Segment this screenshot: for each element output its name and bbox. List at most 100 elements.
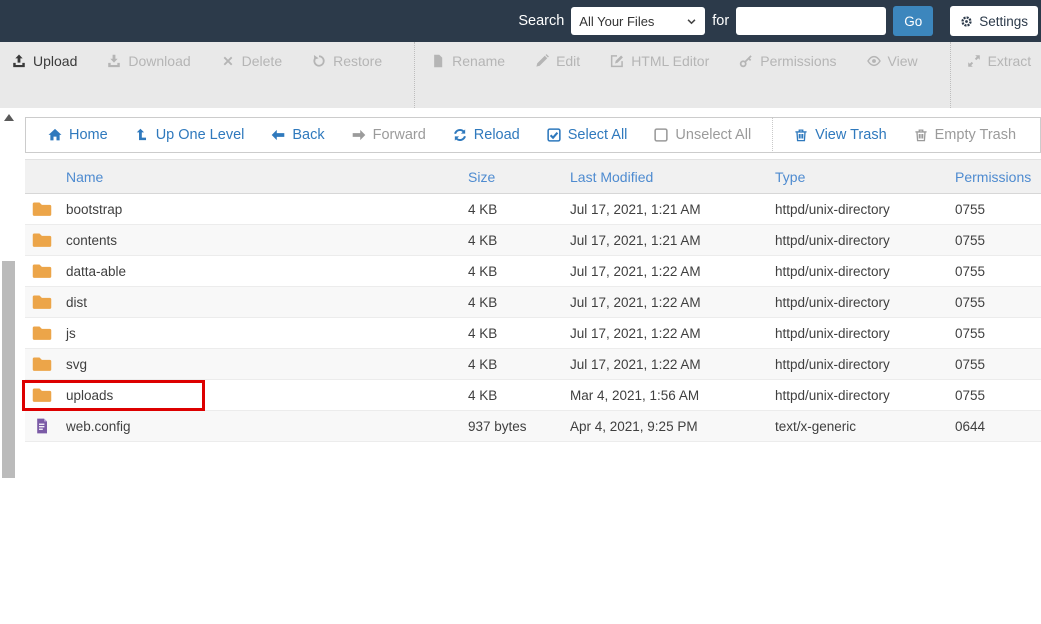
nav-up-one-level[interactable]: Up One Level	[135, 127, 244, 143]
file-size: 4 KB	[468, 263, 498, 279]
table-row-uploads[interactable]: uploads 4 KB Mar 4, 2021, 1:56 AM httpd/…	[22, 380, 1041, 411]
settings-button[interactable]: Settings	[950, 6, 1038, 36]
eye-icon	[866, 54, 881, 68]
navbar-separator	[772, 117, 774, 153]
table-row[interactable]: contents 4 KB Jul 17, 2021, 1:21 AM http…	[25, 225, 1041, 256]
column-header-size[interactable]: Size	[468, 169, 570, 185]
toolbar-item-label: HTML Editor	[631, 53, 710, 69]
toolbar-rename[interactable]: Rename	[431, 53, 505, 69]
toolbar-item-label: Extract	[987, 53, 1032, 69]
table-row[interactable]: js 4 KB Jul 17, 2021, 1:22 AM httpd/unix…	[25, 318, 1041, 349]
file-type: httpd/unix-directory	[775, 294, 890, 310]
file-permissions: 0755	[955, 201, 986, 217]
search-input[interactable]	[736, 7, 887, 35]
folder-icon	[32, 292, 52, 312]
nav-item-label: Forward	[372, 127, 426, 143]
nav-unselect-all[interactable]: Unselect All	[654, 127, 751, 143]
trash-icon	[794, 128, 808, 142]
search-scope-value: All Your Files	[579, 13, 655, 29]
search-scope-select[interactable]: All Your Files	[571, 7, 706, 35]
vertical-scrollbar[interactable]	[2, 111, 15, 624]
table-row[interactable]: web.config 937 bytes Apr 4, 2021, 9:25 P…	[25, 411, 1041, 442]
toolbar-extract[interactable]: Extract	[967, 53, 1032, 69]
file-type: httpd/unix-directory	[775, 356, 890, 372]
download-icon	[107, 54, 121, 68]
toolbar-item-label: Download	[128, 53, 191, 69]
navigation-bar: Home Up One Level Back Forward Reload Se…	[25, 117, 1041, 153]
file-size: 4 KB	[468, 356, 498, 372]
column-header-permissions[interactable]: Permissions	[955, 169, 1041, 185]
file-permissions: 0755	[955, 356, 986, 372]
toolbar-item-label: View	[887, 53, 918, 69]
file-name: svg	[66, 356, 88, 372]
nav-home[interactable]: Home	[48, 127, 108, 143]
toolbar-upload[interactable]: Upload	[12, 53, 77, 69]
file-size: 4 KB	[468, 387, 498, 403]
go-button[interactable]: Go	[893, 6, 934, 36]
toolbar-item-label: Rename	[452, 53, 506, 69]
folder-icon	[32, 230, 52, 250]
file-modified: Jul 17, 2021, 1:21 AM	[570, 232, 701, 248]
nav-forward[interactable]: Forward	[352, 127, 426, 143]
file-size: 4 KB	[468, 232, 498, 248]
toolbar-permissions[interactable]: Permissions	[739, 53, 837, 69]
toolbar-item-label: Permissions	[760, 53, 837, 69]
file-table: Name Size Last Modified Type Permissions…	[22, 159, 1041, 442]
table-row[interactable]: bootstrap 4 KB Jul 17, 2021, 1:21 AM htt…	[25, 194, 1041, 225]
nav-item-label: Empty Trash	[934, 127, 1017, 143]
folder-icon	[32, 323, 52, 343]
arrow-right-icon	[352, 128, 366, 142]
home-icon	[48, 128, 62, 142]
toolbar-item-label: Delete	[241, 53, 283, 69]
file-text-icon	[34, 416, 50, 436]
file-name: dist	[66, 294, 88, 310]
toolbar-separator	[949, 42, 951, 108]
toolbar-delete[interactable]: Delete	[221, 53, 282, 69]
nav-reload[interactable]: Reload	[453, 127, 520, 143]
level-up-icon	[135, 128, 149, 142]
toolbar-view[interactable]: View	[866, 53, 918, 69]
toolbar-restore[interactable]: Restore	[312, 53, 382, 69]
table-row[interactable]: datta-able 4 KB Jul 17, 2021, 1:22 AM ht…	[25, 256, 1041, 287]
toolbar-html-editor[interactable]: HTML Editor	[610, 53, 709, 69]
nav-item-label: Select All	[567, 127, 628, 143]
trash-icon	[914, 128, 928, 142]
file-type: httpd/unix-directory	[775, 263, 890, 279]
for-label: for	[712, 13, 730, 29]
table-row[interactable]: svg 4 KB Jul 17, 2021, 1:22 AM httpd/uni…	[25, 349, 1041, 380]
restore-icon	[312, 54, 326, 68]
search-topbar: Search All Your Files for Go Settings	[0, 0, 1041, 42]
nav-back[interactable]: Back	[271, 127, 325, 143]
reload-icon	[453, 128, 467, 142]
scrollbar-thumb[interactable]	[2, 261, 15, 478]
file-name: bootstrap	[66, 201, 123, 217]
search-label: Search	[518, 13, 565, 29]
checkbox-checked-icon	[547, 128, 561, 142]
extract-icon	[967, 54, 981, 68]
column-header-modified[interactable]: Last Modified	[570, 169, 775, 185]
nav-item-label: Back	[292, 127, 325, 143]
table-row[interactable]: dist 4 KB Jul 17, 2021, 1:22 AM httpd/un…	[25, 287, 1041, 318]
nav-item-label: View Trash	[815, 127, 887, 143]
toolbar-separator	[414, 42, 416, 108]
toolbar-item-label: Upload	[33, 53, 78, 69]
pencil-icon	[535, 54, 549, 68]
file-name: web.config	[66, 418, 131, 434]
column-header-name[interactable]: Name	[58, 169, 468, 185]
toolbar-edit[interactable]: Edit	[535, 53, 580, 69]
nav-view-trash[interactable]: View Trash	[794, 127, 887, 143]
arrow-left-icon	[271, 128, 285, 142]
gear-icon	[960, 15, 973, 28]
nav-empty-trash[interactable]: Empty Trash	[914, 127, 1016, 143]
chevron-down-icon	[686, 16, 697, 27]
toolbar-download[interactable]: Download	[107, 53, 191, 69]
file-type: httpd/unix-directory	[775, 387, 890, 403]
column-header-type[interactable]: Type	[775, 169, 955, 185]
file-type: httpd/unix-directory	[775, 201, 890, 217]
nav-select-all[interactable]: Select All	[547, 127, 628, 143]
file-type: text/x-generic	[775, 418, 857, 434]
file-modified: Jul 17, 2021, 1:22 AM	[570, 325, 701, 341]
file-permissions: 0755	[955, 294, 986, 310]
scroll-up-arrow-icon[interactable]	[3, 114, 14, 121]
table-header: Name Size Last Modified Type Permissions	[25, 159, 1041, 194]
